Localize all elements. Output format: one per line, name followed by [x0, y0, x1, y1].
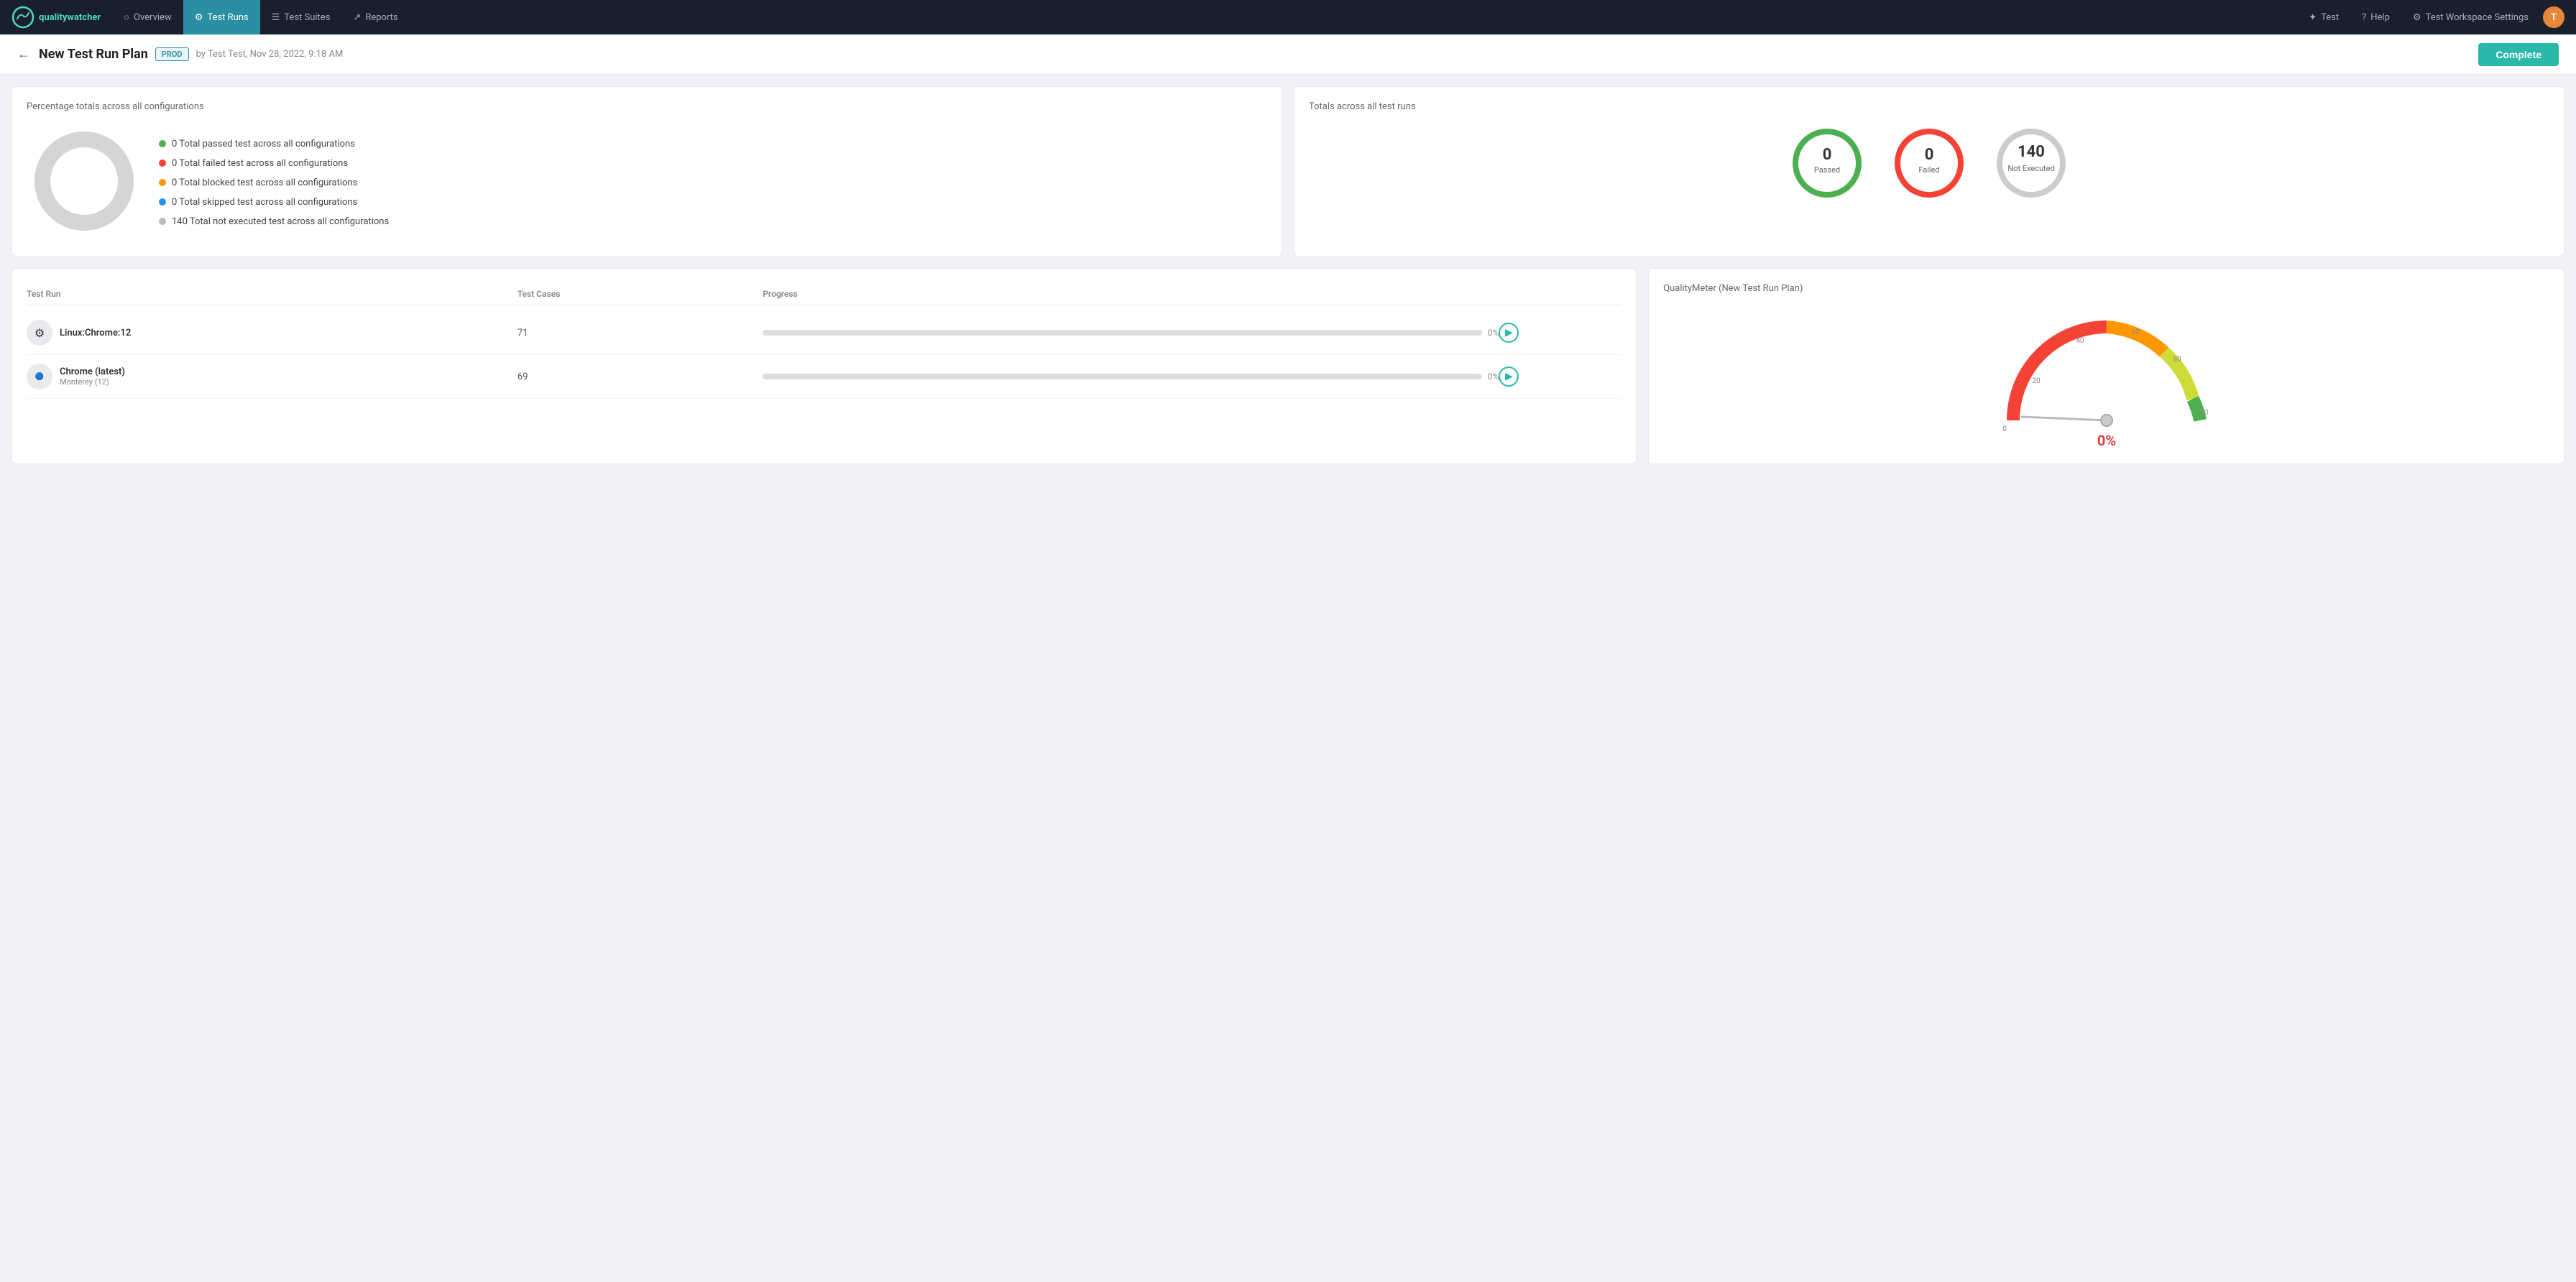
- legend-passed: 0 Total passed test across all configura…: [159, 139, 389, 149]
- run-info-1: ⚙ Linux:Chrome:12: [27, 320, 518, 346]
- settings-icon: ⚙: [2413, 12, 2421, 23]
- percentage-totals-card: Percentage totals across all configurati…: [12, 86, 1282, 257]
- help-icon: ?: [2362, 12, 2366, 23]
- by-text: by Test Test, Nov 28, 2022, 9:18 AM: [196, 49, 344, 60]
- not-executed-circle: 140 Not Executed: [1992, 124, 2071, 203]
- table-row: ⚙ Linux:Chrome:12 71 0% ▶: [27, 311, 1622, 355]
- gauge-chart: 0 20 40 60 80 100 0%: [1663, 305, 2549, 449]
- page-header: ← New Test Run Plan PROD by Test Test, N…: [0, 34, 2576, 75]
- reports-icon: ↗: [353, 12, 361, 23]
- play-button-2[interactable]: ▶: [1499, 366, 1519, 387]
- nav-workspace-settings[interactable]: ⚙ Test Workspace Settings: [2404, 12, 2537, 23]
- svg-text:80: 80: [2173, 356, 2181, 364]
- page-title: New Test Run Plan: [39, 47, 148, 62]
- nav-overview[interactable]: ○ Overview: [112, 0, 183, 34]
- svg-text:0: 0: [1823, 146, 1832, 164]
- svg-text:Not Executed: Not Executed: [2007, 164, 2054, 173]
- totals-card: Totals across all test runs 0 Passed: [1294, 86, 2564, 257]
- table-header: Test Run Test Cases Progress: [27, 283, 1622, 305]
- nav-test[interactable]: ✦ Test: [2300, 12, 2347, 23]
- quality-meter-title: QualityMeter (New Test Run Plan): [1663, 283, 2549, 294]
- spark-icon: ✦: [2309, 12, 2317, 23]
- logo-text: qualitywatcher: [39, 12, 101, 23]
- col-test-cases: Test Cases: [518, 289, 763, 299]
- legend: 0 Total passed test across all configura…: [159, 139, 389, 227]
- right-card-title: Totals across all test runs: [1309, 101, 2549, 112]
- col-action: [1499, 289, 1622, 299]
- testsuites-icon: ☰: [272, 12, 280, 23]
- run-name-2: Chrome (latest): [60, 366, 125, 377]
- nav-test-suites[interactable]: ☰ Test Suites: [260, 0, 342, 34]
- totals-circles: 0 Passed 0 Failed: [1309, 124, 2549, 203]
- run-icon-1: ⚙: [27, 320, 52, 346]
- left-card-title: Percentage totals across all configurati…: [27, 101, 389, 112]
- passed-circle: 0 Passed: [1788, 124, 1867, 203]
- avatar[interactable]: T: [2543, 6, 2564, 28]
- case-count-2: 69: [518, 372, 763, 382]
- nav-reports[interactable]: ↗ Reports: [341, 0, 409, 34]
- svg-text:Failed: Failed: [1918, 165, 1939, 175]
- legend-skipped: 0 Total skipped test across all configur…: [159, 197, 389, 208]
- svg-text:Passed: Passed: [1814, 165, 1840, 175]
- col-progress: Progress: [763, 289, 1499, 299]
- quality-meter-card: QualityMeter (New Test Run Plan) 0 20: [1648, 268, 2564, 464]
- top-row: Percentage totals across all configurati…: [12, 86, 2564, 257]
- progress-bar-2: 0%: [763, 372, 1499, 382]
- run-sub-2: Monterey (12): [60, 377, 125, 387]
- logo[interactable]: qualitywatcher: [12, 6, 101, 29]
- overview-icon: ○: [124, 11, 129, 23]
- testruns-icon: ⚙: [195, 12, 203, 23]
- failed-circle: 0 Failed: [1890, 124, 1969, 203]
- bottom-row: Test Run Test Cases Progress ⚙ Linux:Chr…: [12, 268, 2564, 464]
- svg-text:40: 40: [2076, 337, 2084, 345]
- nav-right: ✦ Test ? Help ⚙ Test Workspace Settings …: [2300, 6, 2564, 28]
- run-name-1: Linux:Chrome:12: [60, 328, 131, 338]
- case-count-1: 71: [518, 328, 763, 338]
- table-row: 🔵 Chrome (latest) Monterey (12) 69 0% ▶: [27, 355, 1622, 399]
- navbar: qualitywatcher ○ Overview ⚙ Test Runs ☰ …: [0, 0, 2576, 34]
- test-run-card: Test Run Test Cases Progress ⚙ Linux:Chr…: [12, 268, 1637, 464]
- svg-text:140: 140: [2018, 143, 2045, 161]
- svg-text:20: 20: [2032, 377, 2041, 385]
- svg-text:0: 0: [1925, 146, 1934, 164]
- run-info-2: 🔵 Chrome (latest) Monterey (12): [27, 364, 518, 389]
- play-button-1[interactable]: ▶: [1499, 323, 1519, 343]
- svg-text:0%: 0%: [2097, 432, 2115, 449]
- run-icon-2: 🔵: [27, 364, 52, 389]
- complete-button[interactable]: Complete: [2478, 43, 2559, 66]
- nav-test-runs[interactable]: ⚙ Test Runs: [183, 0, 260, 34]
- svg-text:100: 100: [2196, 409, 2208, 417]
- progress-bar-1: 0%: [763, 328, 1499, 338]
- nav-help[interactable]: ? Help: [2353, 12, 2398, 23]
- legend-blocked: 0 Total blocked test across all configur…: [159, 177, 389, 188]
- prod-badge: PROD: [155, 47, 189, 61]
- svg-text:60: 60: [2131, 328, 2140, 336]
- svg-text:0: 0: [2002, 425, 2007, 433]
- col-test-run: Test Run: [27, 289, 518, 299]
- back-button[interactable]: ←: [17, 47, 30, 62]
- legend-failed: 0 Total failed test across all configura…: [159, 158, 389, 169]
- legend-not-executed: 140 Total not executed test across all c…: [159, 216, 389, 227]
- main-content: Percentage totals across all configurati…: [0, 75, 2576, 476]
- donut-chart: [27, 124, 142, 241]
